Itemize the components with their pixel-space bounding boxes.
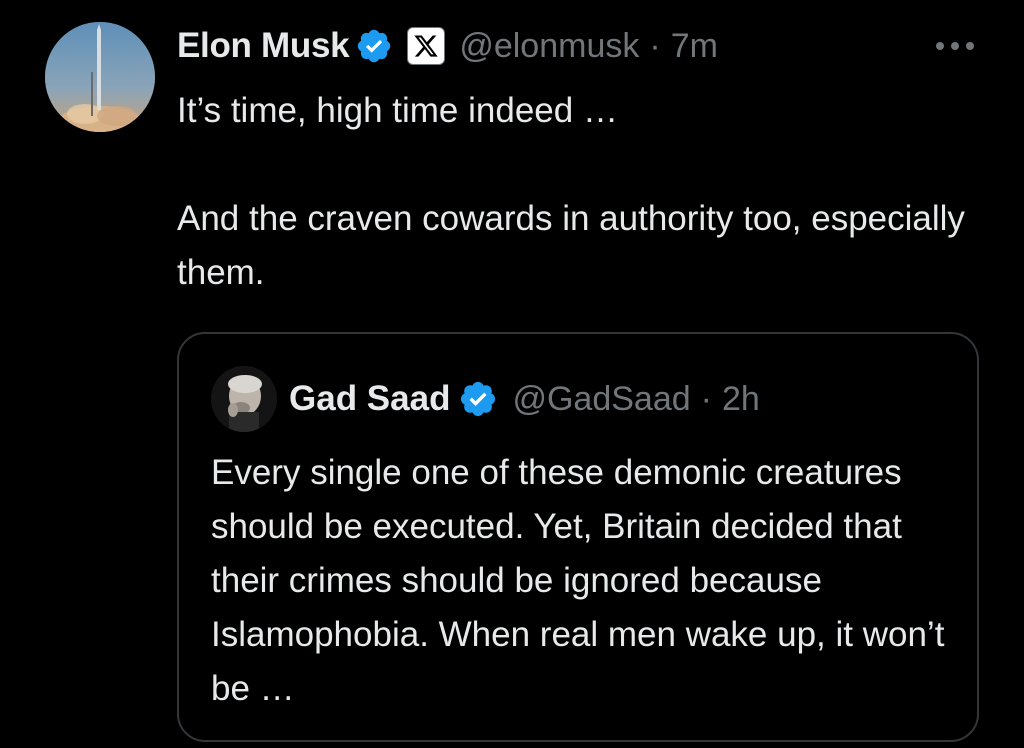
separator-dot: · xyxy=(700,379,712,418)
portrait-avatar-image xyxy=(211,366,277,432)
quoted-tweet-text: Every single one of these demonic creatu… xyxy=(211,446,971,716)
tweet-timestamp[interactable]: 7m xyxy=(671,27,718,66)
tweet[interactable]: Elon Musk @elonmusk · 7m It’s time, high… xyxy=(0,0,1024,748)
rocket-launch-avatar-image xyxy=(45,22,155,132)
author-avatar[interactable] xyxy=(45,22,155,132)
verified-badge-icon xyxy=(458,379,498,419)
more-options-button[interactable] xyxy=(930,28,980,64)
quoted-tweet-card[interactable]: Gad Saad @GadSaad · 2h Every single one … xyxy=(177,332,979,742)
more-horizontal-icon xyxy=(936,42,974,50)
author-handle[interactable]: @elonmusk xyxy=(459,27,639,66)
author-name[interactable]: Elon Musk xyxy=(177,26,350,66)
tweet-text-paragraph: It’s time, high time indeed … xyxy=(177,91,618,130)
tweet-text-paragraph: And the craven cowards in authority too,… xyxy=(177,199,965,292)
quoted-author-name[interactable]: Gad Saad xyxy=(289,379,450,419)
quoted-author-handle[interactable]: @GadSaad xyxy=(512,380,690,419)
separator-dot: · xyxy=(649,26,661,65)
tweet-header: Elon Musk @elonmusk · 7m xyxy=(177,22,718,70)
quoted-tweet-header: Gad Saad @GadSaad · 2h xyxy=(289,374,760,424)
x-affiliate-icon[interactable] xyxy=(407,27,446,65)
quoted-author-avatar[interactable] xyxy=(211,366,277,432)
quoted-tweet-text-body: Every single one of these demonic creatu… xyxy=(211,453,945,708)
quoted-tweet-timestamp[interactable]: 2h xyxy=(722,380,760,419)
verified-badge-icon xyxy=(355,27,393,65)
tweet-text: It’s time, high time indeed … And the cr… xyxy=(177,84,967,300)
